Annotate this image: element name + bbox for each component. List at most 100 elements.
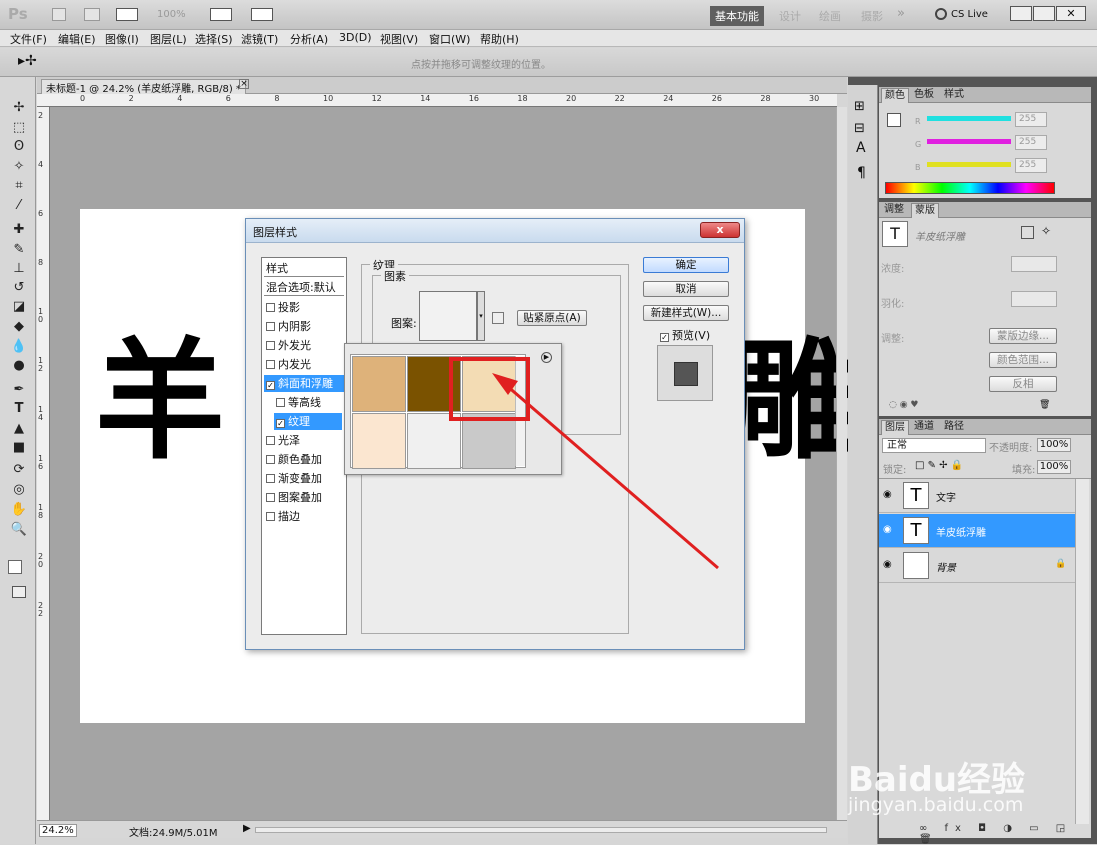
view-extras-icon[interactable] [116, 8, 138, 21]
zoom-tool-icon[interactable]: 🔍 [10, 522, 28, 538]
style-checkbox[interactable]: ✓ [266, 381, 275, 390]
density-field[interactable] [1011, 256, 1057, 272]
layers-footer-icons[interactable]: ∞ fx ◘ ◑ ▭ ◲ 🗑 [919, 823, 1091, 845]
tab-masks[interactable]: 蒙版 [911, 203, 939, 218]
workspace-design[interactable]: 设计 [779, 8, 801, 24]
style-checkbox[interactable] [266, 455, 275, 464]
style-item[interactable]: 颜色叠加 [264, 451, 344, 468]
style-item[interactable]: 光泽 [264, 432, 344, 449]
style-item[interactable]: 图案叠加 [264, 489, 344, 506]
vertical-scrollbar[interactable] [836, 107, 847, 820]
snap-to-origin-button[interactable]: 贴紧原点(A) [517, 310, 587, 326]
menu-image[interactable]: 图像(I) [105, 31, 139, 47]
menu-select[interactable]: 选择(S) [195, 31, 233, 47]
lasso-tool-icon[interactable]: ʘ [10, 139, 28, 155]
workspace-essentials[interactable]: 基本功能 [710, 6, 764, 26]
arrange-documents-icon[interactable] [210, 8, 232, 21]
tab-adjustments[interactable]: 调整 [881, 203, 907, 218]
vector-mask-icon[interactable]: ✧ [1041, 224, 1051, 238]
style-item[interactable]: 内发光 [264, 356, 344, 373]
style-checkbox[interactable] [266, 303, 275, 312]
dodge-tool-icon[interactable]: ● [10, 358, 28, 374]
pixel-mask-icon[interactable] [1021, 226, 1034, 239]
path-select-tool-icon[interactable]: ▲ [10, 421, 28, 437]
style-item[interactable]: ✓ 斜面和浮雕 [264, 375, 344, 392]
color-slider-track[interactable] [927, 162, 1011, 167]
3d-orbit-tool-icon[interactable]: ◎ [10, 482, 28, 498]
color-range-button[interactable]: 颜色范围... [989, 352, 1057, 368]
style-item[interactable]: 描边 [264, 508, 344, 525]
close-tab-icon[interactable]: × [239, 79, 249, 89]
menu-file[interactable]: 文件(F) [10, 31, 47, 47]
type-tool-icon[interactable]: T [10, 401, 28, 417]
mini-bridge-icon[interactable] [84, 8, 100, 21]
delete-mask-icon[interactable]: 🗑 [1039, 400, 1050, 410]
menu-3d[interactable]: 3D(D) [339, 31, 372, 44]
panel-foreground-swatch[interactable] [887, 113, 901, 127]
tab-paths[interactable]: 路径 [941, 420, 967, 435]
pattern-swatch[interactable] [352, 413, 406, 469]
blending-options-item[interactable]: 混合选项:默认 [264, 279, 344, 296]
shape-tool-icon[interactable]: ■ [10, 440, 28, 456]
style-checkbox[interactable]: ✓ [276, 419, 285, 428]
layer-row[interactable]: ◉ 背景 🔒 [879, 549, 1075, 583]
status-zoom[interactable]: 24.2% [39, 824, 77, 837]
menu-layer[interactable]: 图层(L) [150, 31, 187, 47]
new-style-button[interactable]: 新建样式(W)... [643, 305, 729, 321]
layer-row[interactable]: ◉ T 文字 [879, 479, 1075, 513]
layer-name[interactable]: 羊皮纸浮雕 [936, 524, 986, 539]
masks-footer-icons[interactable]: ◌ ◉ ♥ [889, 400, 919, 410]
pattern-preview[interactable] [419, 291, 477, 341]
tab-styles[interactable]: 样式 [941, 88, 967, 103]
style-item[interactable]: 渐变叠加 [264, 470, 344, 487]
blend-mode-select[interactable]: 正常 [882, 438, 986, 453]
style-item[interactable]: ✓ 纹理 [274, 413, 342, 430]
tab-layers[interactable]: 图层 [881, 420, 909, 435]
style-checkbox[interactable] [266, 512, 275, 521]
style-checkbox[interactable] [266, 341, 275, 350]
more-workspaces-icon[interactable]: » [897, 6, 905, 21]
cs-live-icon[interactable] [935, 8, 947, 20]
new-preset-icon[interactable] [492, 312, 504, 324]
layers-scrollbar[interactable] [1075, 479, 1089, 824]
quick-mask-icon[interactable] [12, 586, 26, 598]
tab-channels[interactable]: 通道 [911, 420, 937, 435]
visibility-eye-icon[interactable]: ◉ [883, 489, 892, 500]
brush-tool-icon[interactable]: ✎ [10, 242, 28, 258]
restore-button[interactable] [1033, 6, 1055, 21]
menu-view[interactable]: 视图(V) [380, 31, 418, 47]
character-panel-icon[interactable]: A [856, 140, 866, 156]
history-brush-tool-icon[interactable]: ↺ [10, 280, 28, 296]
tab-color[interactable]: 颜色 [881, 88, 909, 103]
style-item[interactable]: 内阴影 [264, 318, 344, 335]
preview-checkbox[interactable]: ✓ 预览(V) [660, 327, 710, 343]
eraser-tool-icon[interactable]: ◪ [10, 299, 28, 315]
menu-help[interactable]: 帮助(H) [480, 31, 519, 47]
workspace-painting[interactable]: 绘画 [819, 8, 841, 24]
color-value-field[interactable]: 255 [1015, 112, 1047, 127]
move-tool-icon[interactable]: ✢ [10, 100, 28, 116]
color-slider-track[interactable] [927, 116, 1011, 121]
pen-tool-icon[interactable]: ✒ [10, 382, 28, 398]
workspace-photography[interactable]: 摄影 [861, 8, 883, 24]
tab-swatches[interactable]: 色板 [911, 88, 937, 103]
actions-panel-icon[interactable]: ⊟ [854, 121, 865, 136]
style-checkbox[interactable] [266, 474, 275, 483]
horizontal-scrollbar[interactable] [255, 827, 827, 833]
dialog-close-button[interactable]: x [700, 222, 740, 238]
lock-icons[interactable]: □ ✎ ✢ 🔒 [915, 460, 963, 471]
history-panel-icon[interactable]: ⊞ [854, 99, 865, 114]
ok-button[interactable]: 确定 [643, 257, 729, 273]
style-checkbox[interactable] [276, 398, 285, 407]
color-value-field[interactable]: 255 [1015, 158, 1047, 173]
color-value-field[interactable]: 255 [1015, 135, 1047, 150]
style-item[interactable]: 投影 [264, 299, 344, 316]
eyedropper-tool-icon[interactable]: ⁄ [10, 198, 28, 214]
layer-name[interactable]: 文字 [936, 489, 956, 504]
status-menu-icon[interactable]: ▶ [243, 823, 251, 834]
pattern-dropdown-arrow-icon[interactable]: ▾ [477, 291, 485, 341]
move-tool-preset-icon[interactable]: ▸✢ [18, 53, 37, 69]
style-checkbox[interactable] [266, 493, 275, 502]
fill-field[interactable]: 100% [1037, 460, 1071, 474]
visibility-eye-icon[interactable]: ◉ [883, 524, 892, 535]
